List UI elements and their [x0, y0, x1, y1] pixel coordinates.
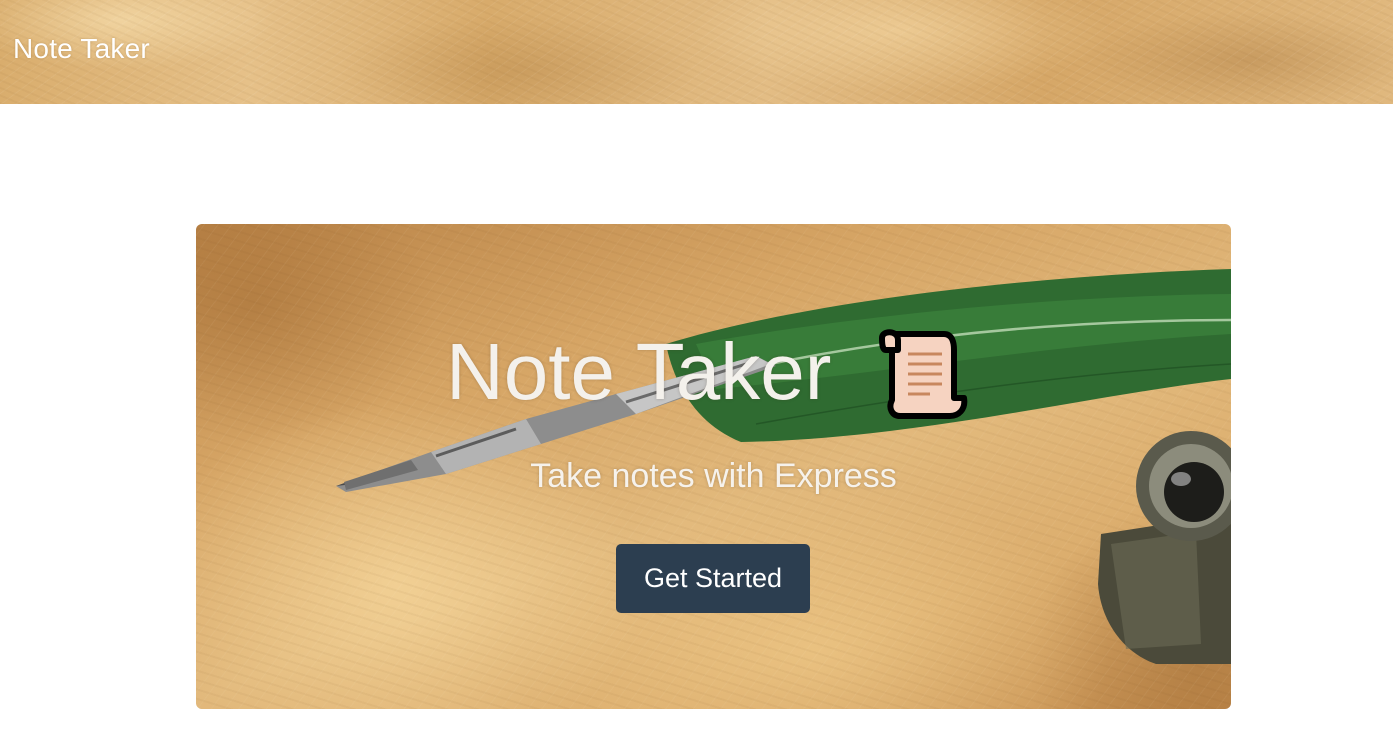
hero-subtitle: Take notes with Express: [530, 457, 897, 495]
get-started-button[interactable]: Get Started: [616, 544, 810, 613]
hero-jumbotron: Note Taker Take notes with Express Get S…: [196, 224, 1231, 709]
navbar: Note Taker: [0, 0, 1393, 104]
hero-title: Note Taker: [446, 327, 832, 416]
navbar-brand-link[interactable]: Note Taker: [13, 33, 150, 65]
scroll-icon: [879, 329, 968, 419]
parchment-texture: [0, 0, 1393, 104]
